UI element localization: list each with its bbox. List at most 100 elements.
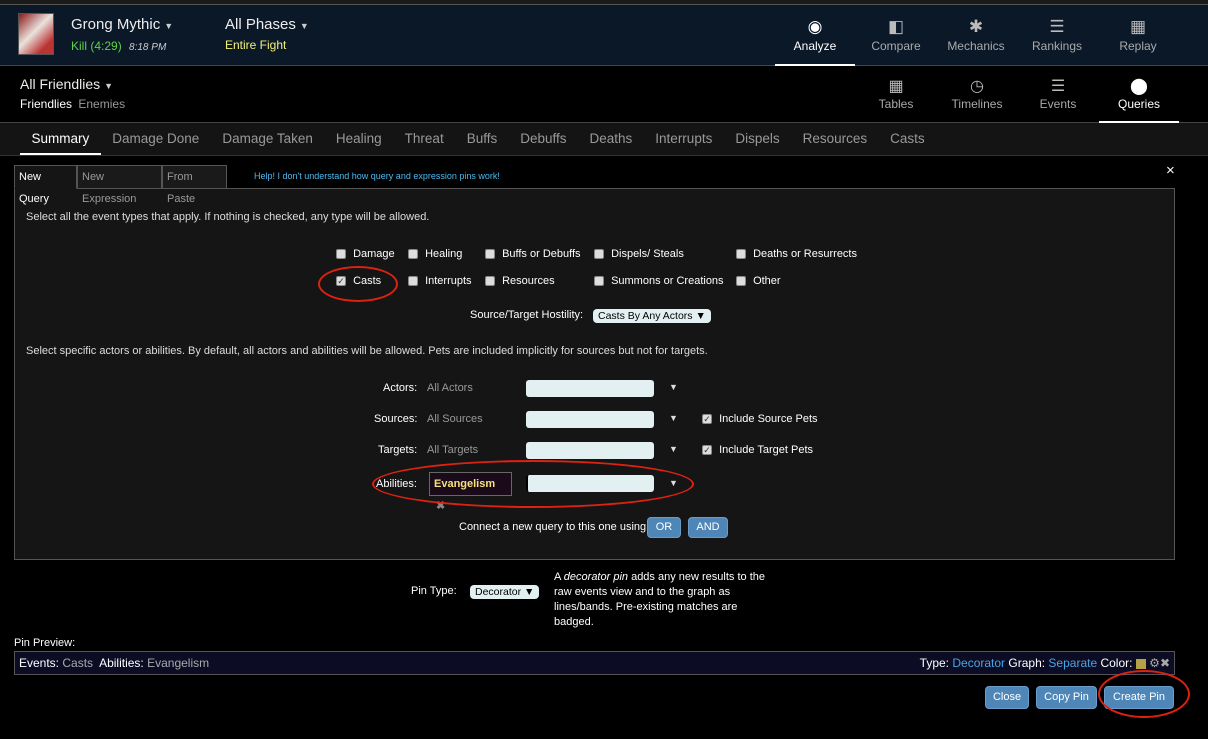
checkbox[interactable] (485, 249, 495, 260)
nav-rankings[interactable]: ☰ Rankings (1017, 5, 1097, 66)
checkbox-healing[interactable]: Healing (408, 248, 462, 260)
list-icon: ☰ (1050, 78, 1066, 95)
tab-deaths[interactable]: Deaths (578, 123, 644, 155)
actors-dropdown-icon[interactable]: ▼ (669, 382, 678, 392)
checkbox-label: Deaths or Resurrects (753, 248, 857, 260)
hostility-select[interactable]: Casts By Any Actors ▼ (593, 309, 711, 323)
nav-label: Compare (871, 39, 921, 53)
sources-input[interactable] (526, 411, 654, 428)
actor-selector[interactable]: All Friendlies ▼ (20, 76, 113, 92)
view-timelines[interactable]: ◷ Timelines (937, 67, 1017, 123)
view-queries[interactable]: ⬤ Queries (1099, 67, 1179, 123)
sort-icon: ☰ (1049, 17, 1065, 36)
tab-healing[interactable]: Healing (324, 123, 393, 155)
view-events[interactable]: ☰ Events (1018, 67, 1098, 123)
tab-resources[interactable]: Resources (791, 123, 879, 155)
tab-threat[interactable]: Threat (393, 123, 455, 155)
view-tables[interactable]: ▦ Tables (856, 67, 936, 123)
checkbox[interactable] (336, 249, 346, 260)
actors-input[interactable] (526, 380, 654, 397)
help-link[interactable]: Help! I don't understand how query and e… (254, 171, 500, 181)
checkbox-resources[interactable]: Resources (485, 275, 555, 287)
nav-replay[interactable]: ▦ Replay (1098, 5, 1178, 66)
close-button[interactable]: Close (985, 686, 1029, 709)
boss-selector[interactable]: Grong Mythic ▼ (71, 16, 173, 33)
phase-label: All Phases (225, 16, 296, 33)
nav-analyze[interactable]: ◉ Analyze (775, 5, 855, 66)
view-label: Queries (1117, 97, 1161, 111)
tab-damage-done[interactable]: Damage Done (101, 123, 211, 155)
pin-type-select[interactable]: Decorator ▼ (470, 585, 540, 599)
checkbox[interactable] (408, 276, 418, 287)
checkbox-other[interactable]: Other (736, 275, 781, 287)
gear-icon[interactable]: ⚙ (1149, 656, 1160, 670)
tab-new-query[interactable]: New Query (14, 165, 77, 205)
tab-damage-taken[interactable]: Damage Taken (211, 123, 325, 155)
color-key: Color: (1100, 656, 1133, 670)
event-type-instructions: Select all the event types that apply. I… (26, 211, 430, 223)
color-swatch[interactable] (1135, 658, 1146, 669)
type-value[interactable]: Decorator (952, 656, 1005, 670)
abilities-key: Abilities: (99, 656, 144, 670)
annotation-circle (372, 460, 694, 508)
eye-icon: ◉ (807, 17, 823, 36)
tab-casts[interactable]: Casts (879, 123, 937, 155)
connect-label: Connect a new query to this one using (459, 521, 647, 533)
nav-mechanics[interactable]: ✱ Mechanics (936, 5, 1016, 66)
targets-dropdown-icon[interactable]: ▼ (669, 444, 678, 454)
checkbox-label: Include Source Pets (719, 413, 818, 425)
checkbox-checked[interactable]: ✓ (702, 414, 712, 425)
copy-pin-button[interactable]: Copy Pin (1036, 686, 1097, 709)
sources-label: Sources: (374, 413, 418, 425)
checkbox-label: Damage (353, 248, 395, 260)
film-icon: ▦ (1129, 17, 1147, 36)
abilities-value: Evangelism (147, 656, 210, 670)
checkbox-dispels[interactable]: Dispels/ Steals (594, 248, 684, 260)
delete-icon[interactable]: ✖ (1160, 656, 1170, 670)
map-pin-icon: ⬤ (1130, 78, 1148, 95)
checkbox[interactable] (408, 249, 418, 260)
checkbox-checked[interactable]: ✓ (702, 445, 712, 456)
events-value: Casts (62, 656, 94, 670)
targets-value: All Targets (427, 444, 479, 456)
compare-icon: ◧ (887, 17, 905, 36)
hostility-label: Source/Target Hostility: (470, 309, 584, 321)
checkbox[interactable] (736, 249, 746, 260)
nav-compare[interactable]: ◧ Compare (856, 5, 936, 66)
view-label: Tables (878, 97, 914, 111)
and-button[interactable]: AND (688, 517, 728, 538)
tab-new-expression[interactable]: New Expression (77, 165, 162, 205)
fight-time: 8:18 PM (129, 42, 167, 53)
checkbox-deaths[interactable]: Deaths or Resurrects (736, 248, 857, 260)
or-button[interactable]: OR (647, 517, 681, 538)
tab-interrupts[interactable]: Interrupts (644, 123, 724, 155)
caret-down-icon: ▼ (104, 81, 114, 91)
sources-value: All Sources (427, 413, 483, 425)
nav-label: Analyze (793, 39, 837, 53)
include-target-pets[interactable]: ✓ Include Target Pets (702, 444, 813, 456)
graph-value[interactable]: Separate (1048, 656, 1097, 670)
tab-buffs[interactable]: Buffs (455, 123, 509, 155)
checkbox[interactable] (736, 276, 746, 287)
close-icon[interactable]: × (1166, 162, 1175, 179)
checkbox-damage[interactable]: Damage (336, 248, 395, 260)
friendlies-link[interactable]: Friendlies (20, 97, 72, 111)
checkbox-summons[interactable]: Summons or Creations (594, 275, 724, 287)
tab-from-paste[interactable]: From Paste (162, 165, 227, 205)
checkbox[interactable] (594, 249, 604, 260)
enemies-link[interactable]: Enemies (78, 97, 125, 111)
checkbox[interactable] (485, 276, 495, 287)
checkbox[interactable] (594, 276, 604, 287)
checkbox-interrupts[interactable]: Interrupts (408, 275, 472, 287)
tab-dispels[interactable]: Dispels (724, 123, 791, 155)
sources-dropdown-icon[interactable]: ▼ (669, 413, 678, 423)
tab-debuffs[interactable]: Debuffs (509, 123, 578, 155)
phase-selector[interactable]: All Phases ▼ (225, 16, 309, 33)
checkbox-label: Buffs or Debuffs (502, 248, 581, 260)
checkbox-buffs[interactable]: Buffs or Debuffs (485, 248, 581, 260)
targets-input[interactable] (526, 442, 654, 459)
view-label: Timelines (951, 97, 1003, 111)
type-key: Type: (919, 656, 950, 670)
include-source-pets[interactable]: ✓ Include Source Pets (702, 413, 818, 425)
tab-summary[interactable]: Summary (20, 123, 101, 155)
